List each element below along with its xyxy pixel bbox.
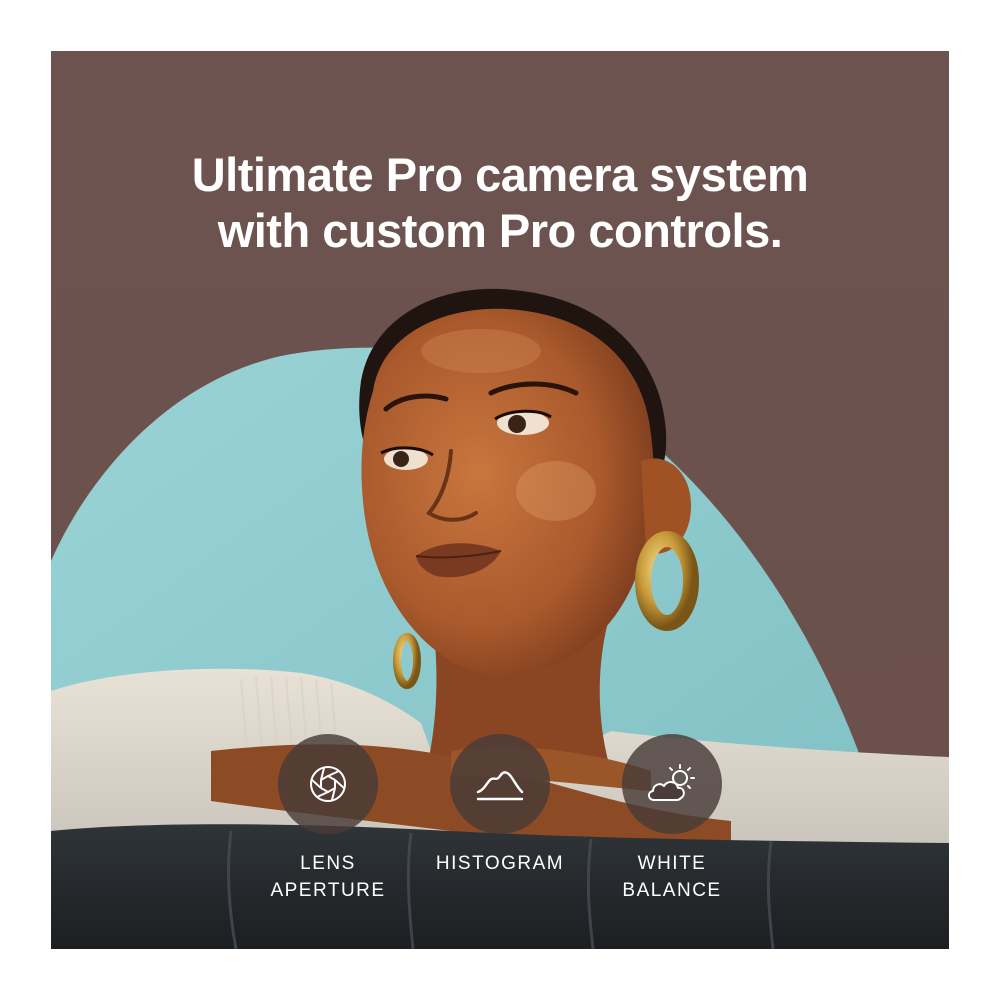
lens-aperture-label-line-1: LENS [300, 853, 356, 874]
headline: Ultimate Pro camera system with custom P… [51, 147, 949, 259]
headline-line-1: Ultimate Pro camera system [191, 148, 809, 201]
histogram-label: HISTOGRAM [400, 850, 600, 877]
aperture-icon [310, 766, 346, 802]
histogram-badge [450, 734, 550, 834]
feature-lens-aperture: LENS APERTURE [228, 734, 428, 904]
headline-line-2: with custom Pro controls. [217, 204, 783, 257]
histogram-icon [476, 771, 524, 801]
white-balance-label: WHITE BALANCE [572, 850, 772, 904]
histogram-label-line-1: HISTOGRAM [435, 853, 565, 874]
partly-sunny-icon [648, 764, 695, 801]
white-balance-label-line-2: BALANCE [622, 880, 722, 901]
lens-aperture-badge [278, 734, 378, 834]
feature-white-balance: WHITE BALANCE [572, 734, 772, 904]
lens-aperture-label-line-2: APERTURE [270, 880, 386, 901]
lens-aperture-label: LENS APERTURE [228, 850, 428, 904]
white-balance-label-line-1: WHITE [637, 853, 707, 874]
feature-histogram: HISTOGRAM [400, 734, 600, 877]
white-balance-badge [622, 734, 722, 834]
hero-panel: Ultimate Pro camera system with custom P… [51, 51, 949, 949]
